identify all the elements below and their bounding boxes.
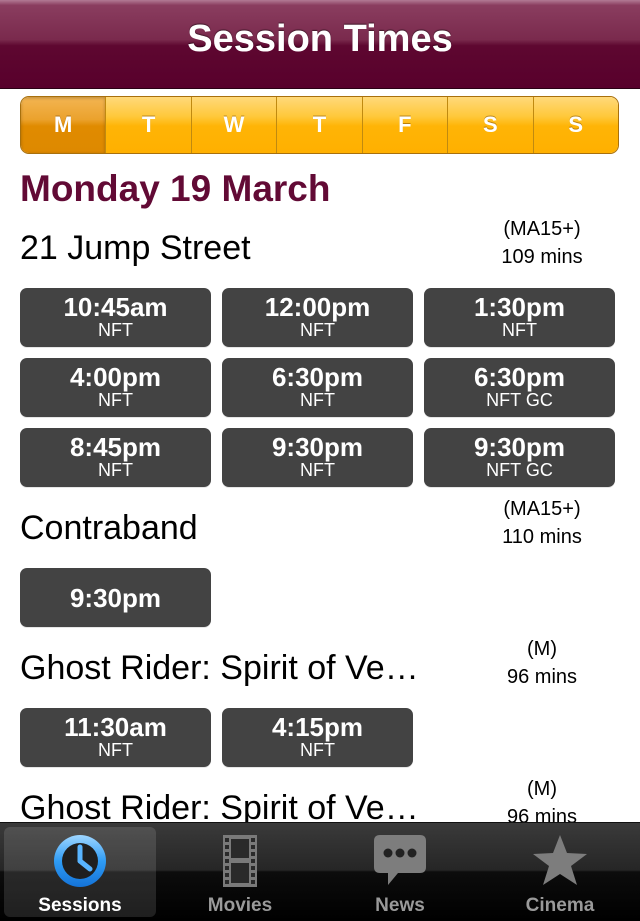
session-button[interactable]: 9:30pm <box>20 568 211 627</box>
movie-duration: 110 mins <box>502 526 582 548</box>
session-format: NFT <box>300 320 335 340</box>
session-button[interactable]: 1:30pm NFT <box>424 288 615 347</box>
session-button[interactable]: 9:30pm NFT <box>222 428 413 487</box>
tab-bar: Sessions Movies News Cinema <box>0 822 640 921</box>
tab-news[interactable]: News <box>324 827 476 917</box>
movie-rating: (M) <box>527 638 557 660</box>
session-format: NFT <box>300 390 335 410</box>
movie-rating: (MA15+) <box>503 498 581 520</box>
movie-title[interactable]: Ghost Rider: Spirit of Ve… <box>20 649 419 688</box>
session-format: NFT <box>98 460 133 480</box>
session-time: 10:45am <box>63 292 168 322</box>
clock-icon <box>54 835 106 887</box>
session-time: 1:30pm <box>473 292 566 322</box>
session-time: 12:00pm <box>264 292 371 322</box>
movie-rating: (MA15+) <box>503 218 581 240</box>
session-button[interactable]: 10:45am NFT <box>20 288 211 347</box>
movie-duration: 96 mins <box>506 666 578 688</box>
session-format: NFT <box>98 320 133 340</box>
movie-meta: (MA15+) 110 mins <box>470 495 614 551</box>
session-format: NFT <box>502 320 537 340</box>
session-format: NFT <box>98 740 133 760</box>
movie-title[interactable]: Ghost Rider: Spirit of Ve… <box>20 789 419 822</box>
day-tab-friday[interactable]: F <box>361 97 448 153</box>
tab-movies[interactable]: Movies <box>164 827 316 917</box>
day-tab-tuesday[interactable]: T <box>105 97 191 153</box>
page-title: Session Times <box>187 18 453 60</box>
day-tab-monday[interactable]: M <box>21 97 106 153</box>
session-button[interactable]: 6:30pm NFT GC <box>424 358 615 417</box>
tab-label: News <box>375 895 425 916</box>
session-button[interactable]: 4:15pm NFT <box>222 708 413 767</box>
session-time: 11:30am <box>64 712 167 742</box>
tab-label: Cinema <box>525 895 595 916</box>
session-button[interactable]: 9:30pm NFT GC <box>424 428 615 487</box>
session-format: NFT <box>300 460 335 480</box>
movie-meta: (M) 96 mins <box>470 635 614 691</box>
day-tab-sunday[interactable]: S <box>532 97 618 153</box>
session-button[interactable]: 11:30am NFT <box>20 708 211 767</box>
film-strip-icon <box>223 835 257 887</box>
movie-duration: 109 mins <box>501 246 583 268</box>
session-button[interactable]: 12:00pm NFT <box>222 288 413 347</box>
movie-rating: (M) <box>527 778 557 800</box>
star-icon <box>533 835 587 885</box>
session-time: 6:30pm <box>271 362 364 392</box>
movie-title[interactable]: Contraband <box>20 509 198 548</box>
session-time: 4:15pm <box>271 712 364 742</box>
movie-title[interactable]: 21 Jump Street <box>20 229 251 268</box>
day-tab-wednesday[interactable]: W <box>190 97 277 153</box>
movie-meta: (M) 96 mins <box>470 775 614 822</box>
session-time: 9:30pm <box>69 583 162 613</box>
session-button[interactable]: 8:45pm NFT <box>20 428 211 487</box>
tab-label: Movies <box>207 895 273 916</box>
session-format: NFT <box>300 740 335 760</box>
day-selector: M T W T F S S <box>20 96 619 154</box>
day-tab-thursday[interactable]: T <box>276 97 362 153</box>
session-time: 4:00pm <box>69 362 162 392</box>
session-button[interactable]: 4:00pm NFT <box>20 358 211 417</box>
tab-label: Sessions <box>38 895 122 916</box>
session-list[interactable]: M T W T F S S Monday 19 March 21 Jump St… <box>0 89 640 822</box>
speech-bubble-icon <box>374 835 426 885</box>
date-heading: Monday 19 March <box>20 168 331 209</box>
session-format: NFT <box>98 390 133 410</box>
movie-meta: (MA15+) 109 mins <box>470 215 614 271</box>
session-button[interactable]: 6:30pm NFT <box>222 358 413 417</box>
session-format: NFT GC <box>486 390 553 410</box>
session-time: 6:30pm <box>473 362 566 392</box>
tab-sessions[interactable]: Sessions <box>4 827 156 917</box>
day-tab-saturday[interactable]: S <box>447 97 533 153</box>
session-time: 9:30pm <box>473 432 566 462</box>
session-format: NFT GC <box>486 460 553 480</box>
session-time: 9:30pm <box>271 432 364 462</box>
movie-duration: 96 mins <box>506 806 578 822</box>
tab-cinema[interactable]: Cinema <box>484 827 636 917</box>
navigation-bar: Session Times <box>0 0 640 89</box>
session-time: 8:45pm <box>69 432 162 462</box>
